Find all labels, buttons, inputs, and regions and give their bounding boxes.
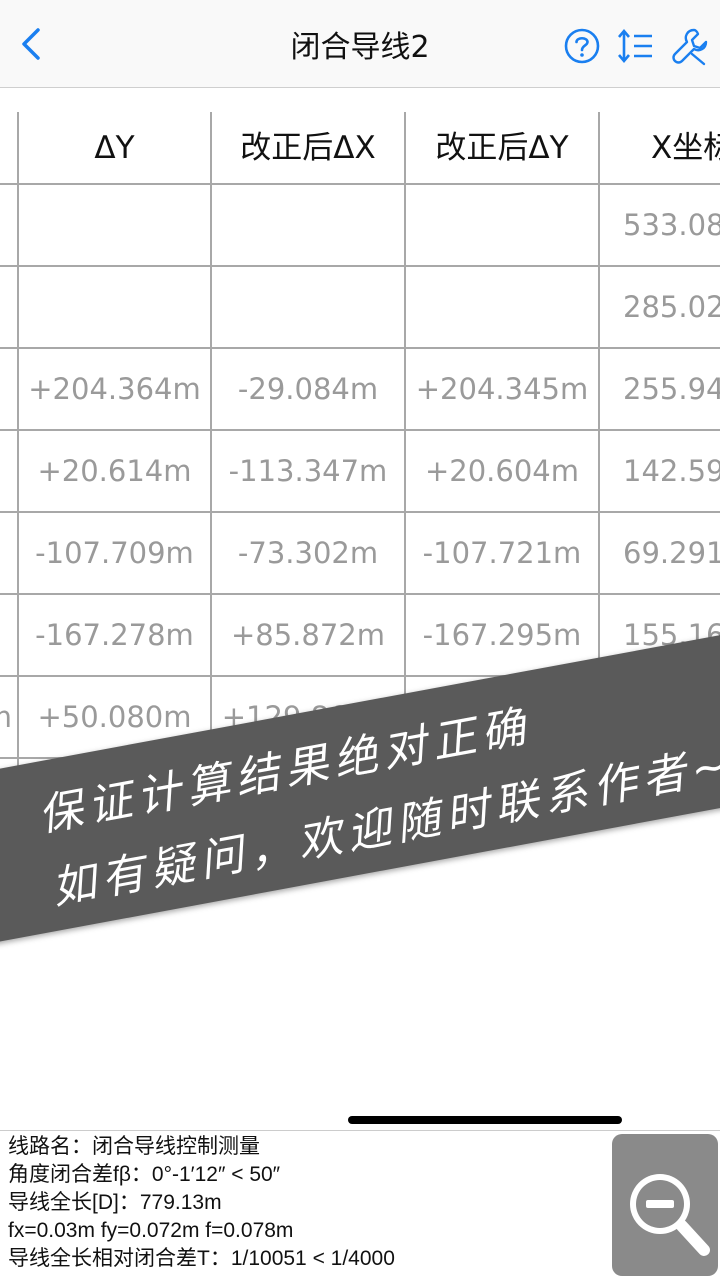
cell-delta-y: +204.364m	[28, 372, 201, 406]
settings-button[interactable]	[670, 26, 710, 66]
cell-corrected-dy: +20.604m	[424, 454, 580, 488]
header-cell-x-coord: X坐标	[651, 130, 720, 166]
cell-x-coord: 142.59	[623, 454, 720, 488]
cell-delta-y: -167.278m	[35, 618, 194, 652]
cell-delta-y: -107.709m	[35, 536, 194, 570]
cell-partial	[0, 430, 18, 512]
cell-corrected-dx: +85.872m	[230, 618, 386, 652]
total-length-text: 导线全长[D]：779.13m	[8, 1191, 222, 1214]
cell-corrected-dx	[211, 184, 405, 266]
route-name-text: 线路名：闭合导线控制测量	[8, 1135, 260, 1158]
cell-partial	[0, 184, 18, 266]
cell-corrected-dy	[405, 266, 599, 348]
cell-corrected-dx	[211, 266, 405, 348]
page-title: 闭合导线2	[290, 30, 430, 65]
sort-button[interactable]	[616, 26, 656, 66]
cell-corrected-dy: -107.721m	[422, 536, 582, 570]
settings-wrench-icon	[672, 28, 708, 66]
header-cell-corrected-dy: 改正后ΔY	[435, 130, 569, 166]
zoom-out-icon	[630, 1174, 710, 1256]
angle-closure-text: 角度闭合差fβ：0°-1′12″ < 50″	[8, 1163, 281, 1186]
cell-x-coord: 533.08	[623, 208, 720, 242]
cell-x-coord: 255.94	[623, 372, 720, 406]
header-cell-partial	[0, 112, 18, 184]
help-button[interactable]	[562, 26, 602, 66]
cell-delta-y	[18, 184, 211, 266]
header-cell-corrected-dx: 改正后ΔX	[240, 130, 376, 166]
cell-delta-y: +20.614m	[37, 454, 192, 488]
scroll-indicator	[348, 1116, 622, 1124]
cell-x-coord: 69.291	[623, 536, 720, 570]
relative-closure-text: 导线全长相对闭合差T：1/10051 < 1/4000	[8, 1247, 395, 1270]
cell-corrected-dx: -73.302m	[237, 536, 379, 570]
zoom-out-button[interactable]	[612, 1134, 718, 1276]
sort-list-icon	[618, 28, 652, 64]
header-cell-delta-y: ΔY	[94, 130, 135, 166]
cell-x-coord: 285.02	[623, 290, 720, 324]
help-circle-icon	[564, 28, 600, 64]
cell-corrected-dy	[405, 184, 599, 266]
cell-partial	[0, 266, 18, 348]
cell-corrected-dx: -29.084m	[237, 372, 379, 406]
cell-delta-y	[18, 266, 211, 348]
cell-partial	[0, 348, 18, 430]
cell-corrected-dy: +204.345m	[415, 372, 589, 406]
cell-partial	[0, 594, 18, 676]
coordinate-closure-text: fx=0.03m fy=0.072m f=0.078m	[8, 1219, 294, 1242]
cell-corrected-dx: -113.347m	[228, 454, 388, 488]
cell-partial: m	[0, 676, 18, 758]
cell-partial	[0, 512, 18, 594]
navigation-bar: 闭合导线2	[0, 0, 720, 88]
